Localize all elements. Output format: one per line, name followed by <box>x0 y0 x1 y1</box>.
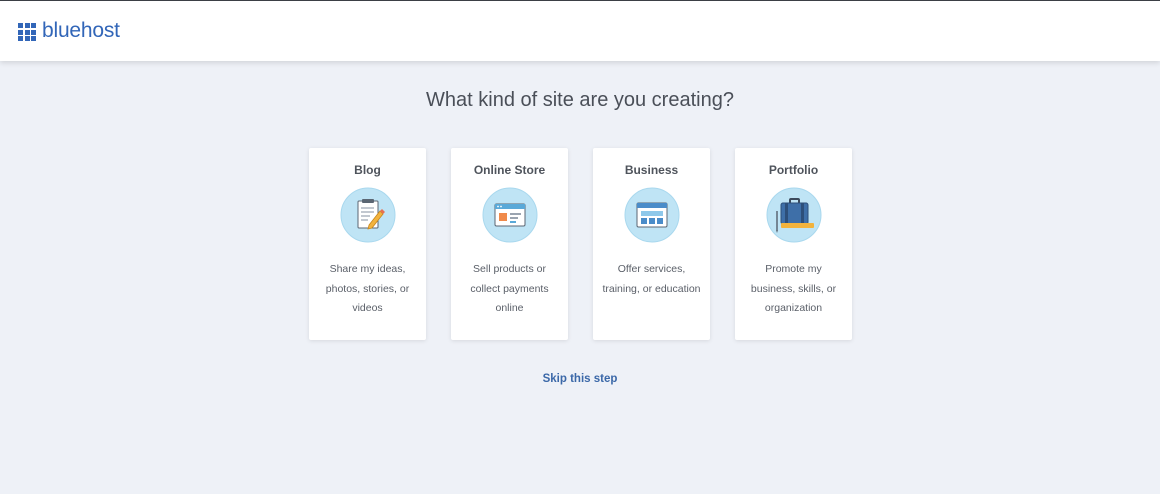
logo-text: bluehost <box>42 19 120 42</box>
card-title: Blog <box>354 163 381 177</box>
card-description: Offer services, training, or education <box>602 263 701 295</box>
online-store-icon <box>482 187 538 243</box>
card-description: Sell products or collect payments online <box>470 263 549 314</box>
site-type-card-portfolio[interactable]: Portfolio Promote my business, skills, o… <box>735 148 852 340</box>
card-title: Business <box>624 163 679 177</box>
top-header: bluehost <box>0 0 1160 61</box>
site-type-card-blog[interactable]: Blog Share my ideas, photos, stories, or… <box>309 148 426 340</box>
card-title: Online Store <box>473 163 546 177</box>
site-type-card-online-store[interactable]: Online Store Sell products or collect pa… <box>451 148 568 340</box>
logo-grid-icon <box>18 23 36 41</box>
bluehost-logo[interactable]: bluehost <box>18 19 120 43</box>
card-title: Portfolio <box>768 163 819 177</box>
blog-notepad-icon <box>340 187 396 243</box>
card-description: Share my ideas, photos, stories, or vide… <box>325 263 410 314</box>
card-description: Promote my business, skills, or organiza… <box>750 263 837 314</box>
skip-step-link[interactable]: Skip this step <box>0 373 1160 385</box>
site-type-card-business[interactable]: Business Offer services, training, or ed… <box>593 148 710 340</box>
portfolio-briefcase-icon <box>766 187 822 243</box>
business-website-icon <box>624 187 680 243</box>
page-title: What kind of site are you creating? <box>426 89 734 111</box>
